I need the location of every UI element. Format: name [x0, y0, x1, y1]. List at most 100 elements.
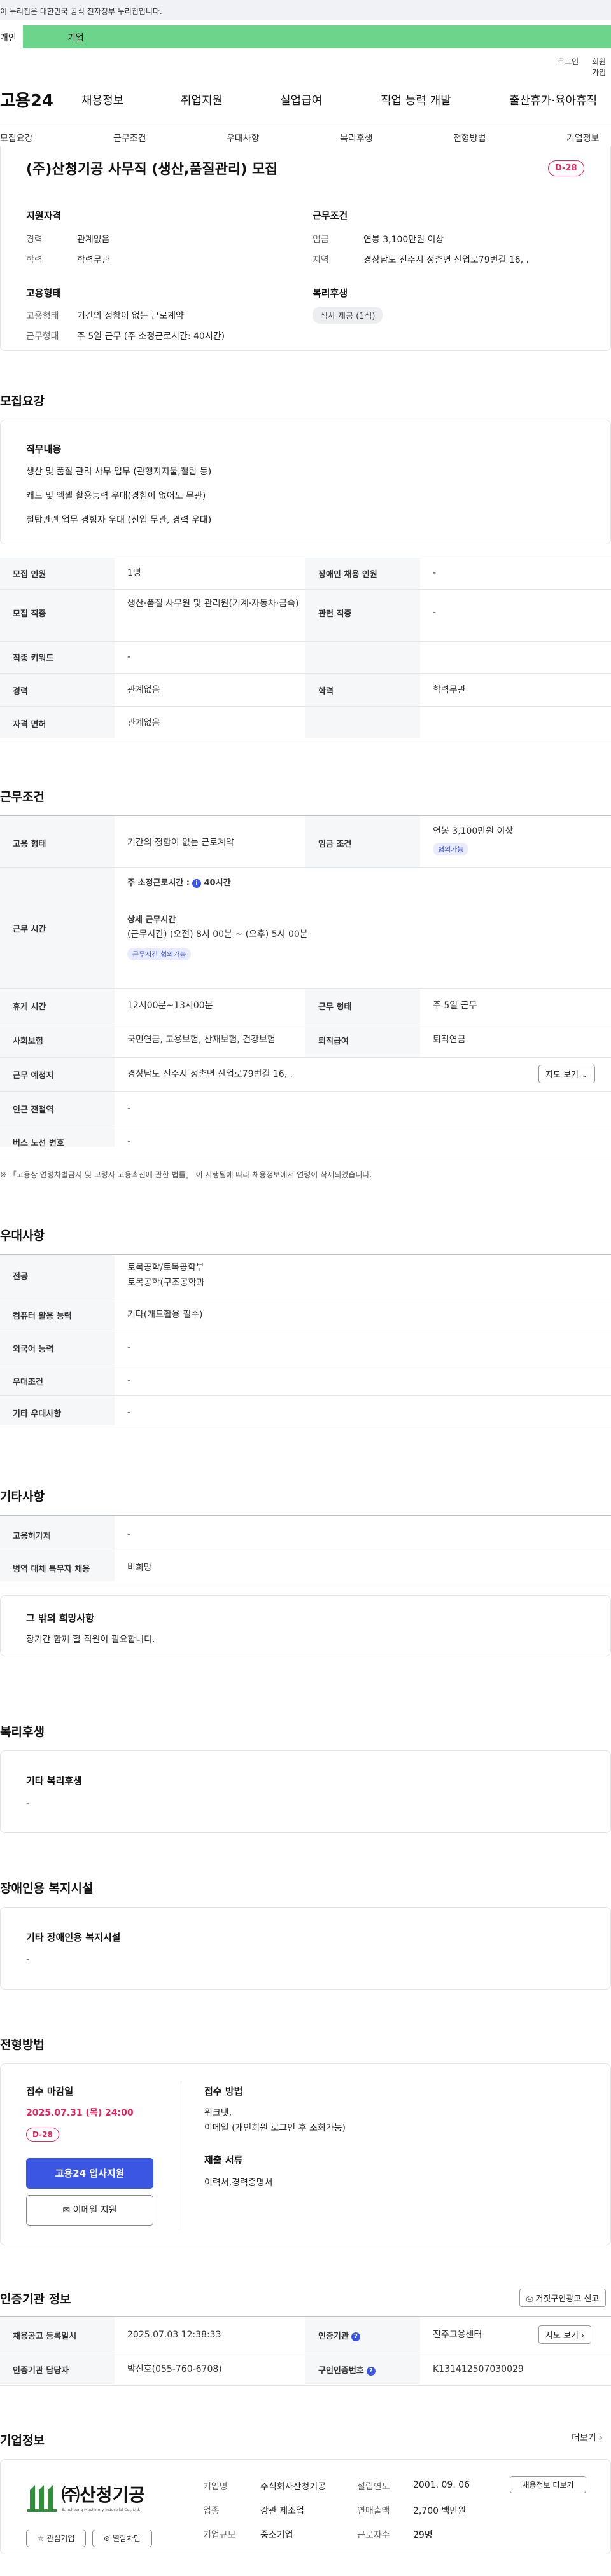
cert-map-button[interactable]: 지도 보기 › [538, 2325, 592, 2344]
docs-heading: 제출 서류 [204, 2154, 243, 2166]
workform-label: 근무형태 [26, 331, 59, 342]
block-company-button[interactable]: ⊘ 열람차단 [92, 2530, 152, 2547]
company-industry-value: 강관 제조업 [260, 2506, 304, 2516]
report-fake-ad-label: 거짓구인광고 신고 [535, 2294, 600, 2304]
hours-detail: (근무시간) (오전) 8시 00분 ~ (오후) 5시 00분 [127, 929, 308, 939]
method-heading: 접수 방법 [204, 2086, 243, 2097]
td-rest: 12시00분~13시00분 [127, 1001, 213, 1011]
employees-label: 근로자수 [357, 2530, 390, 2540]
block-icon: ⊘ [103, 2534, 111, 2543]
company-name-value: 주식회사산청기공 [260, 2482, 327, 2492]
region-value: 경상남도 진주시 정촌면 산업로79번길 16, . [363, 255, 529, 265]
company-jobs-button[interactable]: 채용정보 더보기 [510, 2476, 586, 2493]
th-cert-agency-label: 인증기관 [318, 2332, 349, 2341]
tab-preferences[interactable]: 우대사항 [227, 132, 260, 144]
th-pref-cond: 우대조건 [13, 1378, 43, 1387]
report-fake-ad-button[interactable]: ⎙ 거짓구인광고 신고 [519, 2289, 607, 2307]
tab-person[interactable]: 개인 [0, 25, 23, 48]
company-section-title: 기업정보 [0, 2434, 45, 2448]
recruit-section-title: 모집요강 [0, 394, 45, 408]
th-insurance: 사회보험 [13, 1037, 43, 1046]
th-rest: 휴게 시간 [13, 1002, 46, 1012]
main-navigation: 고용24 채용정보 취업지원 실업급여 직업 능력 개발 출산휴가·육아휴직 [0, 75, 611, 123]
tab-work-conditions[interactable]: 근무조건 [113, 132, 146, 144]
workform-value: 주 5일 근무 (주 소정근로시간: 40시간) [77, 331, 225, 342]
company-logo: ㈜산청기공 Sancheong Machinery Industrial Co.… [26, 2477, 153, 2518]
tab-welfare[interactable]: 복리후생 [340, 132, 373, 144]
favorite-company-button[interactable]: ☆ 관심기업 [26, 2530, 86, 2547]
nav-parental-leave[interactable]: 출산휴가·육아휴직 [509, 92, 597, 108]
company-more-link[interactable]: 더보기 › [572, 2431, 603, 2444]
th-hours: 근무 시간 [13, 925, 46, 934]
td-subway: - [127, 1104, 131, 1114]
td-insurance: 국민연금, 고용보험, 산재보험, 건강보험 [127, 1035, 276, 1045]
wage-label: 임금 [313, 235, 329, 245]
company-more-label: 더보기 [572, 2433, 596, 2443]
company-logo-mark [27, 2485, 57, 2512]
job-desc-heading: 직무내용 [26, 443, 62, 455]
info-icon[interactable]: ? [366, 2366, 376, 2376]
nav-unemployment-benefit[interactable]: 실업급여 [280, 92, 322, 108]
td-pref-etc: - [127, 1408, 131, 1418]
td-permit: - [127, 1530, 131, 1540]
summary-card: (주)산청기공 사무직 (생산,품질관리) 모집 D-28 지원자격 경력 관계… [0, 146, 611, 351]
process-dday-badge: D-28 [26, 2128, 59, 2142]
revenue-value: 2,700 백만원 [413, 2506, 467, 2516]
td-military: 비희망 [127, 1563, 152, 1573]
apply-button[interactable]: 고용24 입사지원 [26, 2158, 153, 2189]
education-label: 학력 [26, 255, 43, 265]
cert-map-label: 지도 보기 [545, 2331, 579, 2341]
deadline-value: 2025.07.31 (목) 24:00 [26, 2108, 134, 2118]
etc-wish-title: 그 밖의 희망사항 [26, 1612, 95, 1624]
map-view-button[interactable]: 지도 보기 ⌄ [538, 1065, 596, 1083]
th-major: 전공 [13, 1272, 28, 1282]
th-occupation: 모집 직종 [13, 609, 46, 619]
info-icon[interactable]: ? [351, 2332, 360, 2341]
th-bus: 버스 노선 번호 [13, 1139, 64, 1148]
th-keyword: 직종 키워드 [13, 654, 54, 663]
hours-negotiable-chip: 근무시간 협의가능 [127, 948, 192, 960]
emptype-label: 고용형태 [26, 311, 59, 321]
dday-badge: D-28 [548, 160, 584, 176]
qual-heading: 지원자격 [26, 210, 62, 221]
th-location: 근무 예정지 [13, 1071, 54, 1081]
site-logo[interactable]: 고용24 [0, 88, 53, 111]
job-desc-line: 철탑관련 업무 경험자 우대 (신입 무관, 경력 우대) [26, 515, 212, 525]
block-company-label: 열람차단 [112, 2534, 141, 2543]
tab-recruit[interactable]: 모집요강 [0, 132, 33, 144]
chevron-down-icon: ⌄ [581, 1070, 589, 1080]
td-major-1: 토목공학/토목공학부 [127, 1263, 204, 1273]
td-career: 관계없음 [127, 685, 160, 695]
join-link[interactable]: 회원가입 [592, 56, 611, 78]
login-link[interactable]: 로그인 [558, 56, 579, 67]
job-title: (주)산청기공 사무직 (생산,품질관리) 모집 [26, 162, 278, 177]
td-computer: 기타(캐드활용 필수) [127, 1310, 203, 1320]
nav-job-training[interactable]: 직업 능력 개발 [381, 92, 451, 108]
td-location: 경상남도 진주시 정촌면 산업로79번길 16, . [127, 1069, 293, 1079]
th-emp-type: 고용 형태 [13, 840, 46, 849]
company-name-label: 기업명 [203, 2482, 228, 2492]
disability-box: 기타 장애인용 복지시설 - [0, 1907, 611, 1990]
etc-section-title: 기타사항 [0, 1490, 45, 1504]
star-icon: ☆ [37, 2534, 45, 2543]
th-subway: 인근 전철역 [13, 1105, 54, 1115]
td-hours-main: 주 소정근로시간 :i 40시간 [127, 876, 231, 890]
td-cert-manager: 박신호(055-760-6708) [127, 2364, 222, 2374]
tab-company[interactable]: 기업 [23, 25, 611, 48]
td-keyword: - [127, 652, 131, 662]
tab-company[interactable]: 기업정보 [566, 132, 600, 144]
th-education: 학력 [318, 687, 334, 696]
td-cert-agency: 진주고용센터 [433, 2330, 482, 2340]
nav-employment-support[interactable]: 취업지원 [181, 92, 223, 108]
nav-jobs[interactable]: 채용정보 [81, 92, 123, 108]
th-reg-date: 채용공고 등록일시 [13, 2332, 77, 2341]
welfare-box: 기타 복리후생 - [0, 1750, 611, 1833]
region-label: 지역 [313, 255, 329, 265]
th-cert-number: 구인인증번호? [318, 2364, 376, 2376]
info-icon[interactable]: i [192, 878, 201, 888]
td-bus: - [127, 1137, 131, 1147]
map-view-label: 지도 보기 [545, 1070, 579, 1080]
email-apply-button[interactable]: ✉ 이메일 지원 [26, 2195, 153, 2226]
td-related: - [433, 607, 437, 618]
tab-process[interactable]: 전형방법 [453, 132, 486, 144]
